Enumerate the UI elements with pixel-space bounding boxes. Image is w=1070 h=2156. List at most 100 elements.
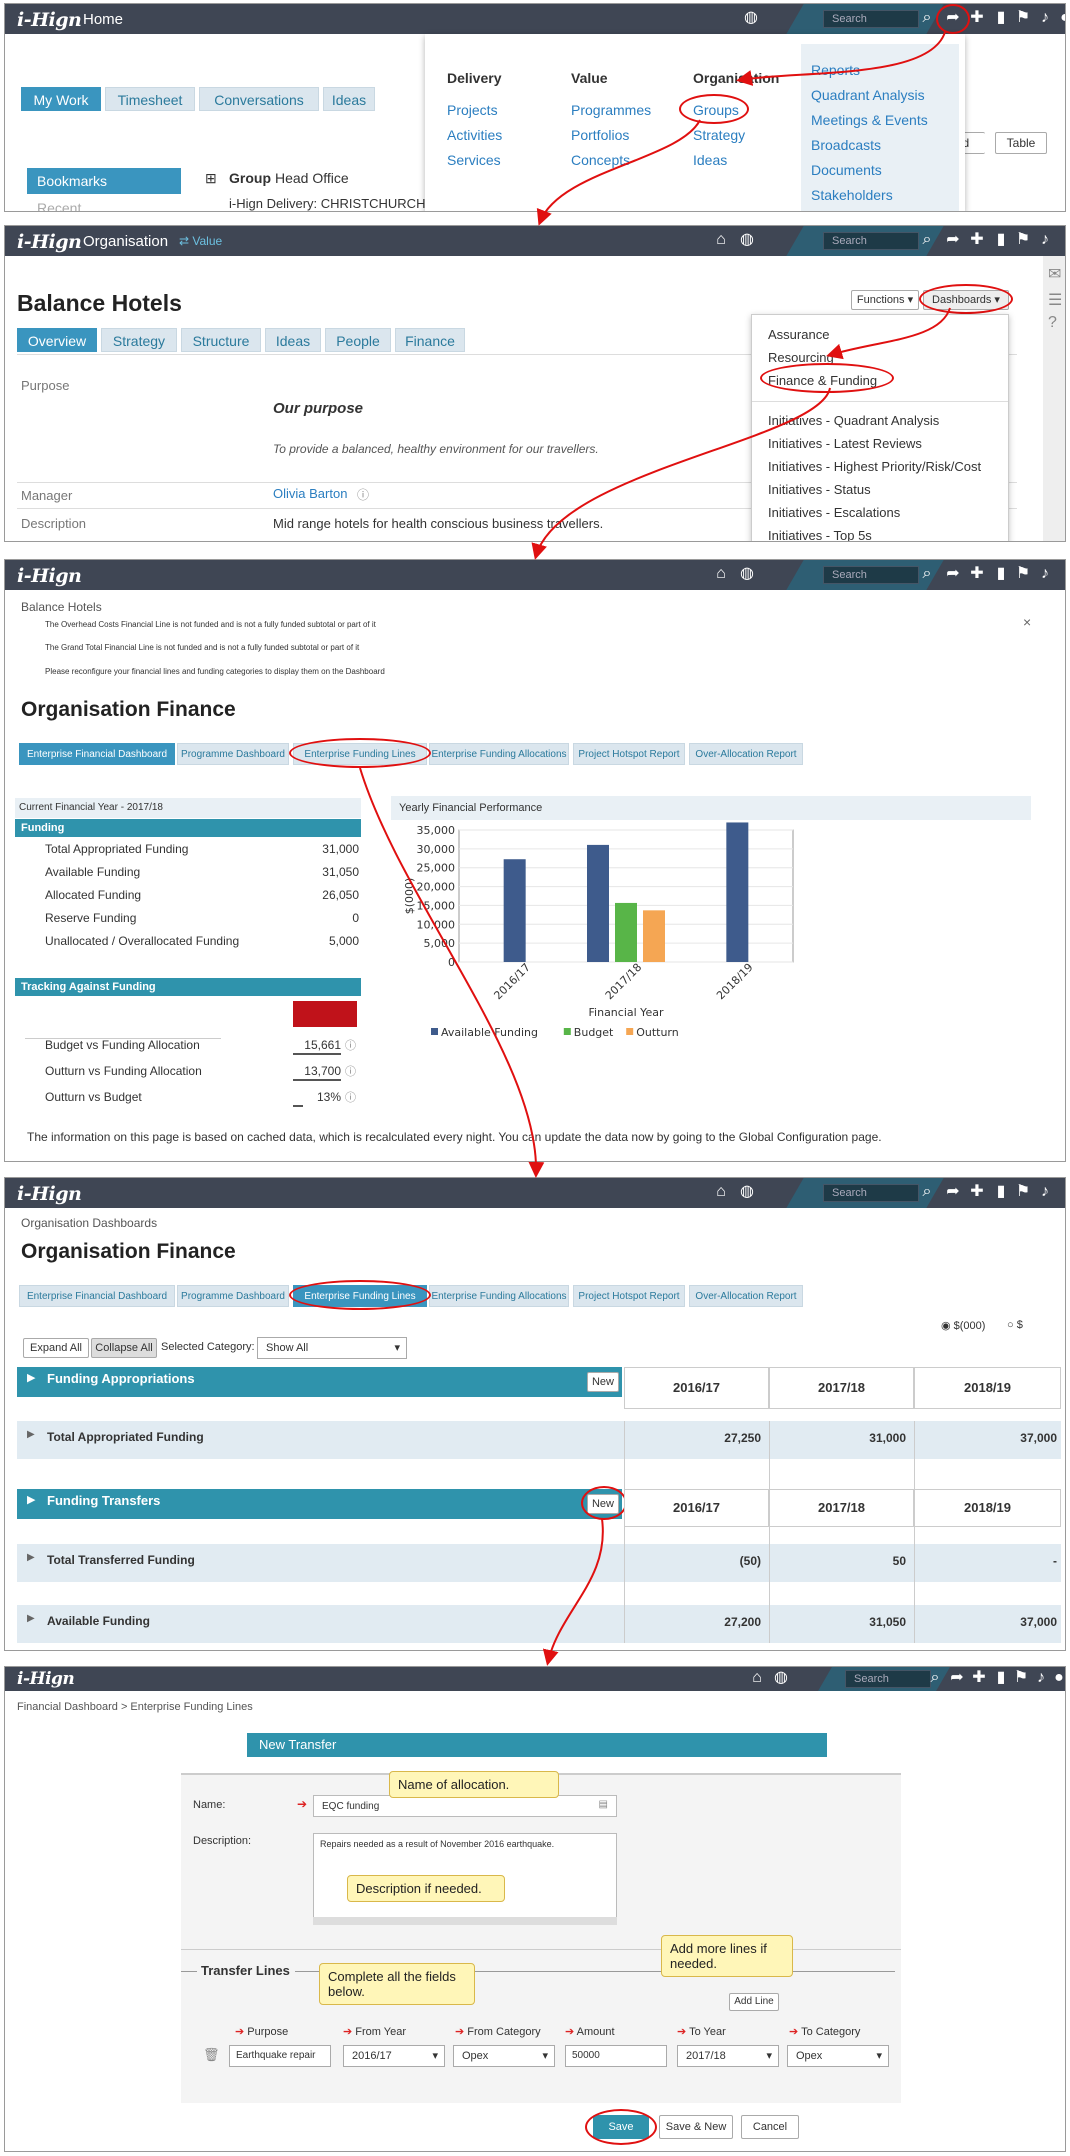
value-link[interactable]: ⇄ Value	[179, 234, 222, 248]
tab-programme[interactable]: Programme Dashboard	[177, 1285, 289, 1307]
from-category-select[interactable]: Opex	[453, 2045, 555, 2067]
share-icon[interactable]: ➦	[947, 1669, 967, 1687]
category-select[interactable]: Show All	[257, 1337, 407, 1359]
functions-button[interactable]: Functions ▾	[851, 290, 919, 310]
row-expand-icon[interactable]: ▶	[27, 1429, 35, 1440]
tab-conversations[interactable]: Conversations	[199, 87, 319, 111]
share-icon[interactable]: ➦	[943, 231, 963, 249]
tab-funding-allocations[interactable]: Enterprise Funding Allocations	[429, 1285, 569, 1307]
bell-icon[interactable]: ♪	[1035, 231, 1055, 249]
textarea-resize-handle[interactable]	[313, 1917, 617, 1925]
user-icon[interactable]: ●	[1055, 9, 1065, 27]
help-icon[interactable]: ?	[1048, 314, 1057, 332]
share-icon[interactable]: ➦	[943, 1183, 963, 1201]
name-value[interactable]: EQC funding	[322, 1801, 379, 1812]
list-icon[interactable]: ☰	[1048, 290, 1062, 310]
tab-my-work[interactable]: My Work	[21, 87, 101, 111]
row-expand-icon[interactable]: ▶	[27, 1552, 35, 1563]
bookmark-icon[interactable]: ▮	[991, 1669, 1011, 1687]
from-year-select[interactable]: 2016/17	[343, 2045, 445, 2067]
tab-ideas[interactable]: Ideas	[265, 328, 321, 352]
search-input[interactable]: Search	[823, 1184, 919, 1202]
bookmark-icon[interactable]: ▮	[991, 231, 1011, 249]
search-input[interactable]: Search	[823, 566, 919, 584]
share-icon[interactable]: ➦	[943, 565, 963, 583]
plus-icon[interactable]: ✚	[967, 1183, 987, 1201]
view-table[interactable]: Table	[995, 132, 1047, 154]
comment-icon[interactable]: ✉	[1048, 264, 1061, 284]
group-name[interactable]: Head Office	[275, 170, 349, 186]
new-appropriation-button[interactable]: New	[587, 1372, 619, 1392]
expand-arrow-icon[interactable]: ▶	[27, 1493, 35, 1506]
radio-dollars[interactable]: ○ $	[1007, 1319, 1023, 1331]
home-icon[interactable]: ⌂	[711, 565, 731, 583]
tab-funding-allocations[interactable]: Enterprise Funding Allocations	[429, 743, 569, 765]
dd-top5[interactable]: Initiatives - Top 5s	[768, 528, 872, 541]
user-icon[interactable]: ●	[1049, 1669, 1065, 1687]
tab-people[interactable]: People	[325, 328, 391, 352]
menu-programmes[interactable]: Programmes	[571, 102, 651, 118]
dd-reviews[interactable]: Initiatives - Latest Reviews	[768, 436, 922, 451]
tab-hotspot[interactable]: Project Hotspot Report	[573, 1285, 685, 1307]
radio-thousands-label[interactable]: $(000)	[954, 1320, 986, 1332]
bookmarks-button[interactable]: Bookmarks	[27, 168, 181, 194]
globe-icon[interactable]: ◍	[771, 1669, 791, 1687]
plus-icon[interactable]: ✚	[967, 231, 987, 249]
info-icon[interactable]: ⓘ	[345, 1063, 356, 1079]
menu-services[interactable]: Services	[447, 152, 501, 168]
add-line-button[interactable]: Add Line	[729, 1993, 779, 2011]
globe-icon[interactable]: ◍	[741, 9, 761, 27]
tab-enterprise-financial[interactable]: Enterprise Financial Dashboard	[19, 1285, 175, 1307]
home-icon[interactable]: ⌂	[747, 1669, 767, 1687]
tab-structure[interactable]: Structure	[181, 328, 261, 352]
plus-icon[interactable]: ✚	[967, 565, 987, 583]
flag-icon[interactable]: ⚑	[1013, 1183, 1033, 1201]
collapse-all-button[interactable]: Collapse All	[91, 1338, 157, 1358]
dd-escalations[interactable]: Initiatives - Escalations	[768, 505, 900, 520]
search-icon[interactable]: ⌕	[925, 1669, 945, 1687]
expand-arrow-icon[interactable]: ▶	[27, 1371, 35, 1384]
tab-ideas[interactable]: Ideas	[323, 87, 375, 111]
tab-finance[interactable]: Finance	[395, 328, 465, 352]
app-logo[interactable]: i-Hign	[17, 9, 82, 31]
amount-input[interactable]: 50000	[565, 2045, 667, 2067]
plus-icon[interactable]: ✚	[969, 1669, 989, 1687]
globe-icon[interactable]: ◍	[737, 1183, 757, 1201]
info-icon[interactable]: ⓘ	[345, 1037, 356, 1053]
bookmark-icon[interactable]: ▮	[991, 1183, 1011, 1201]
dd-status[interactable]: Initiatives - Status	[768, 482, 871, 497]
app-logo[interactable]: i-Hign	[17, 1669, 75, 1689]
dd-priority[interactable]: Initiatives - Highest Priority/Risk/Cost	[768, 459, 981, 474]
dictionary-icon[interactable]: ▤	[599, 1799, 608, 1810]
row-expand-icon[interactable]: ▶	[27, 1613, 35, 1624]
search-icon[interactable]: ⌕	[917, 9, 937, 27]
recent-item[interactable]: i-Hign Delivery: CHRISTCHURCH I	[229, 196, 433, 211]
flag-icon[interactable]: ⚑	[1011, 1669, 1031, 1687]
tab-over-allocation[interactable]: Over-Allocation Report	[689, 743, 803, 765]
search-icon[interactable]: ⌕	[917, 565, 937, 583]
menu-stakeholders[interactable]: Stakeholders	[811, 187, 893, 203]
menu-quadrant-analysis[interactable]: Quadrant Analysis	[811, 87, 925, 103]
flag-icon[interactable]: ⚑	[1013, 565, 1033, 583]
dd-assurance[interactable]: Assurance	[768, 327, 829, 342]
app-logo[interactable]: i-Hign	[17, 565, 82, 587]
info-icon[interactable]: ⓘ	[345, 1089, 356, 1105]
menu-ideas[interactable]: Ideas	[693, 152, 727, 168]
info-icon[interactable]: ⓘ	[357, 486, 369, 503]
search-input[interactable]: Search	[845, 1670, 931, 1688]
search-icon[interactable]: ⌕	[917, 231, 937, 249]
globe-icon[interactable]: ◍	[737, 231, 757, 249]
home-icon[interactable]: ⌂	[711, 231, 731, 249]
menu-meetings-events[interactable]: Meetings & Events	[811, 112, 928, 128]
app-logo[interactable]: i-Hign	[17, 231, 82, 253]
bell-icon[interactable]: ♪	[1035, 9, 1055, 27]
dd-quadrant[interactable]: Initiatives - Quadrant Analysis	[768, 413, 939, 428]
menu-portfolios[interactable]: Portfolios	[571, 127, 629, 143]
bell-icon[interactable]: ♪	[1031, 1669, 1051, 1687]
app-logo[interactable]: i-Hign	[17, 1183, 82, 1205]
plus-icon[interactable]: ✚	[967, 9, 987, 27]
tab-programme[interactable]: Programme Dashboard	[177, 743, 289, 765]
name-input[interactable]: EQC funding ▤	[313, 1795, 617, 1817]
to-year-select[interactable]: 2017/18	[677, 2045, 779, 2067]
tab-timesheet[interactable]: Timesheet	[105, 87, 195, 111]
